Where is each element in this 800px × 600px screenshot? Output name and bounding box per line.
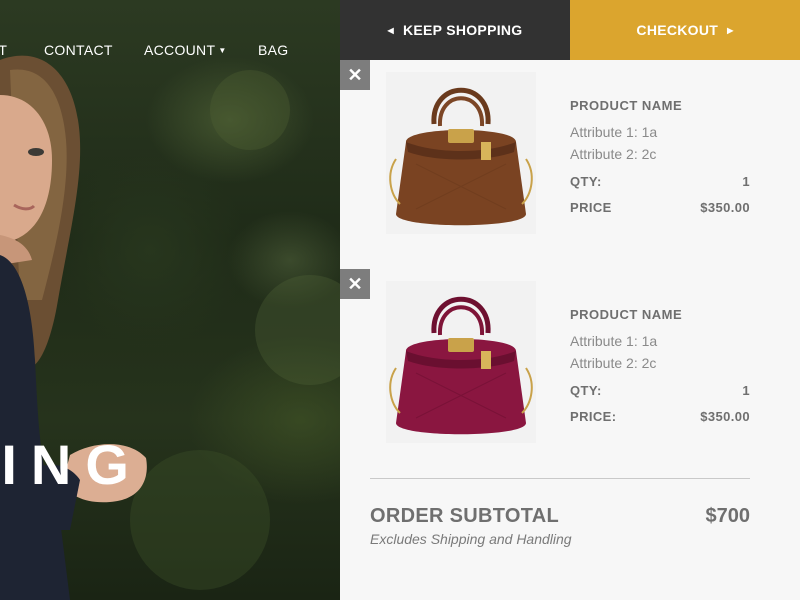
model-photo xyxy=(0,55,340,600)
divider xyxy=(370,478,750,479)
main-nav: UT CONTACT ACCOUNT▼ BAG xyxy=(0,42,340,58)
cart-item: ✕ PRODUCT NAME Attribute 1: 1a Attribute… xyxy=(340,60,800,250)
remove-item-button[interactable]: ✕ xyxy=(340,60,370,90)
qty-row: QTY: 1 xyxy=(570,383,750,399)
product-attribute-1: Attribute 1: 1a xyxy=(570,333,658,349)
price-value: $350.00 xyxy=(700,409,750,424)
checkout-button[interactable]: CHECKOUT ▶ xyxy=(570,0,800,60)
qty-value: 1 xyxy=(742,383,750,398)
item-details: PRODUCT NAME Attribute 1: 1a Attribute 2… xyxy=(570,307,750,425)
price-row: PRICE $350.00 xyxy=(570,200,750,216)
qty-label: QTY: xyxy=(570,383,602,398)
cart-actions-bar: ◀ KEEP SHOPPING CHECKOUT ▶ xyxy=(340,0,800,60)
nav-account-label: ACCOUNT xyxy=(144,42,216,58)
product-image-handbag-brown xyxy=(386,72,536,234)
price-label: PRICE xyxy=(570,200,612,215)
arrow-right-icon: ▶ xyxy=(727,25,734,35)
nav-about[interactable]: UT xyxy=(0,42,7,58)
arrow-left-icon: ◀ xyxy=(387,25,394,35)
cart-panel: ◀ KEEP SHOPPING CHECKOUT ▶ ✕ PRODUCT NAM… xyxy=(340,0,800,600)
qty-value: 1 xyxy=(742,174,750,189)
cart-item: ✕ PRODUCT NAME Attribute 1: 1a Attribute… xyxy=(340,269,800,459)
price-row: PRICE: $350.00 xyxy=(570,409,750,425)
keep-shopping-button[interactable]: ◀ KEEP SHOPPING xyxy=(340,0,570,60)
keep-shopping-label: KEEP SHOPPING xyxy=(402,22,523,38)
item-details: PRODUCT NAME Attribute 1: 1a Attribute 2… xyxy=(570,98,750,216)
checkout-label: CHECKOUT xyxy=(636,22,719,38)
caret-down-icon: ▼ xyxy=(218,46,227,55)
price-label: PRICE: xyxy=(570,409,617,424)
subtotal-label: ORDER SUBTOTAL xyxy=(370,505,560,527)
product-name: PRODUCT NAME xyxy=(570,307,683,322)
subtotal-note: Excludes Shipping and Handling xyxy=(370,531,572,547)
nav-bag[interactable]: BAG xyxy=(258,42,288,58)
remove-item-button[interactable]: ✕ xyxy=(340,269,370,299)
hero-headline: PING xyxy=(0,433,143,496)
product-attribute-2: Attribute 2: 2c xyxy=(570,146,657,162)
product-attribute-2: Attribute 2: 2c xyxy=(570,355,657,371)
product-name: PRODUCT NAME xyxy=(570,98,683,113)
qty-row: QTY: 1 xyxy=(570,174,750,190)
hero-banner: UT CONTACT ACCOUNT▼ BAG PING xyxy=(0,0,340,600)
nav-account[interactable]: ACCOUNT ▼ xyxy=(144,42,227,58)
product-attribute-1: Attribute 1: 1a xyxy=(570,124,658,140)
nav-contact[interactable]: CONTACT xyxy=(44,42,113,58)
subtotal-value: $700 xyxy=(705,505,751,527)
qty-label: QTY: xyxy=(570,174,602,189)
price-value: $350.00 xyxy=(700,200,750,215)
product-image-handbag-berry xyxy=(386,281,536,443)
